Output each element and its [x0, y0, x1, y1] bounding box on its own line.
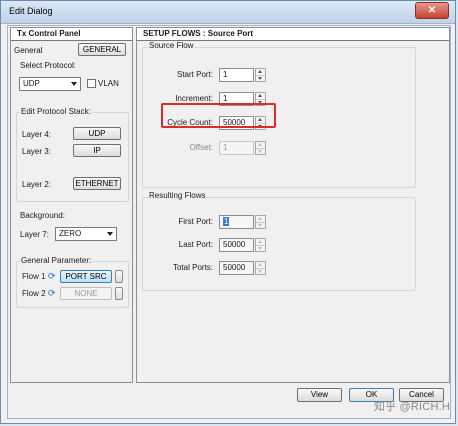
dialog-client-area: Tx Control Panel General GENERAL Select …	[7, 25, 451, 419]
refresh-icon[interactable]: ⟳	[48, 271, 58, 281]
start-port-input[interactable]: 1	[219, 68, 254, 82]
close-button[interactable]: ✕	[415, 2, 449, 19]
last-port-spinner[interactable]	[255, 238, 266, 252]
offset-label: Offset:	[189, 143, 213, 152]
flow2-more-button[interactable]	[115, 287, 123, 300]
background-label: Background:	[20, 211, 65, 220]
layer7-select[interactable]: ZERO	[55, 227, 117, 241]
offset-spinner[interactable]	[255, 141, 266, 155]
start-port-spinner[interactable]	[255, 68, 266, 82]
edit-dialog-window: Edit Dialog ✕ Tx Control Panel General G…	[0, 0, 456, 424]
setup-flows-header: SETUP FLOWS : Source Port	[137, 28, 449, 41]
total-ports-spinner[interactable]	[255, 261, 266, 275]
resulting-flows-label: Resulting Flows	[148, 191, 207, 200]
general-label: General	[14, 46, 43, 55]
flow2-button[interactable]: NONE	[60, 287, 112, 300]
general-parameter-group: General Parameter: Flow 1 ⟳ PORT SRC Flo…	[16, 256, 129, 308]
last-port-input[interactable]: 50000	[219, 238, 254, 252]
source-flow-label: Source Flow	[148, 41, 195, 50]
vlan-label: VLAN	[98, 79, 119, 88]
last-port-label: Last Port:	[178, 240, 213, 249]
vlan-checkbox[interactable]	[87, 79, 96, 88]
first-port-input[interactable]: 1	[219, 215, 254, 229]
layer4-label: Layer 4:	[22, 130, 51, 139]
select-protocol-label: Select Protocol:	[20, 61, 77, 70]
refresh-icon[interactable]: ⟳	[48, 288, 58, 298]
protocol-select[interactable]: UDP	[19, 77, 81, 91]
view-button[interactable]: View	[297, 388, 342, 402]
layer3-label: Layer 3:	[22, 147, 51, 156]
tx-control-panel-header: Tx Control Panel	[11, 28, 132, 41]
window-title: Edit Dialog	[9, 6, 53, 16]
tx-control-panel: Tx Control Panel General GENERAL Select …	[10, 27, 133, 383]
chevron-down-icon	[107, 232, 113, 236]
offset-input[interactable]: 1	[219, 141, 254, 155]
total-ports-input[interactable]: 50000	[219, 261, 254, 275]
setup-flows-panel: SETUP FLOWS : Source Port Source Flow St…	[136, 27, 450, 383]
increment-label: Increment:	[175, 94, 213, 103]
general-parameter-label: General Parameter:	[20, 256, 93, 265]
protocol-select-value: UDP	[23, 79, 40, 88]
first-port-label: First Port:	[178, 217, 213, 226]
edit-protocol-stack-label: Edit Protocol Stack:	[20, 107, 92, 116]
layer7-select-value: ZERO	[59, 229, 82, 238]
flow1-button[interactable]: PORT SRC	[60, 270, 112, 283]
first-port-value: 1	[223, 217, 230, 226]
title-bar[interactable]: Edit Dialog ✕	[1, 1, 455, 24]
edit-protocol-stack-group: Edit Protocol Stack: Layer 4: UDP Layer …	[16, 107, 129, 202]
first-port-spinner[interactable]	[255, 215, 266, 229]
layer2-label: Layer 2:	[22, 180, 51, 189]
watermark-text: 知乎 @RICH.H	[373, 401, 450, 413]
chevron-down-icon	[71, 82, 77, 86]
flow1-label: Flow 1	[22, 272, 46, 281]
layer4-button[interactable]: UDP	[73, 127, 121, 140]
start-port-label: Start Port:	[176, 70, 213, 79]
cycle-count-highlight-box	[161, 103, 276, 128]
resulting-flows-group: Resulting Flows First Port: 1 Last Port:…	[142, 191, 416, 291]
flow2-label: Flow 2	[22, 289, 46, 298]
layer3-button[interactable]: IP	[73, 144, 121, 157]
general-button[interactable]: GENERAL	[78, 43, 126, 56]
layer7-label: Layer 7:	[20, 230, 49, 239]
layer2-button[interactable]: ETHERNET	[73, 177, 121, 190]
total-ports-label: Total Ports:	[172, 263, 213, 272]
flow1-more-button[interactable]	[115, 270, 123, 283]
